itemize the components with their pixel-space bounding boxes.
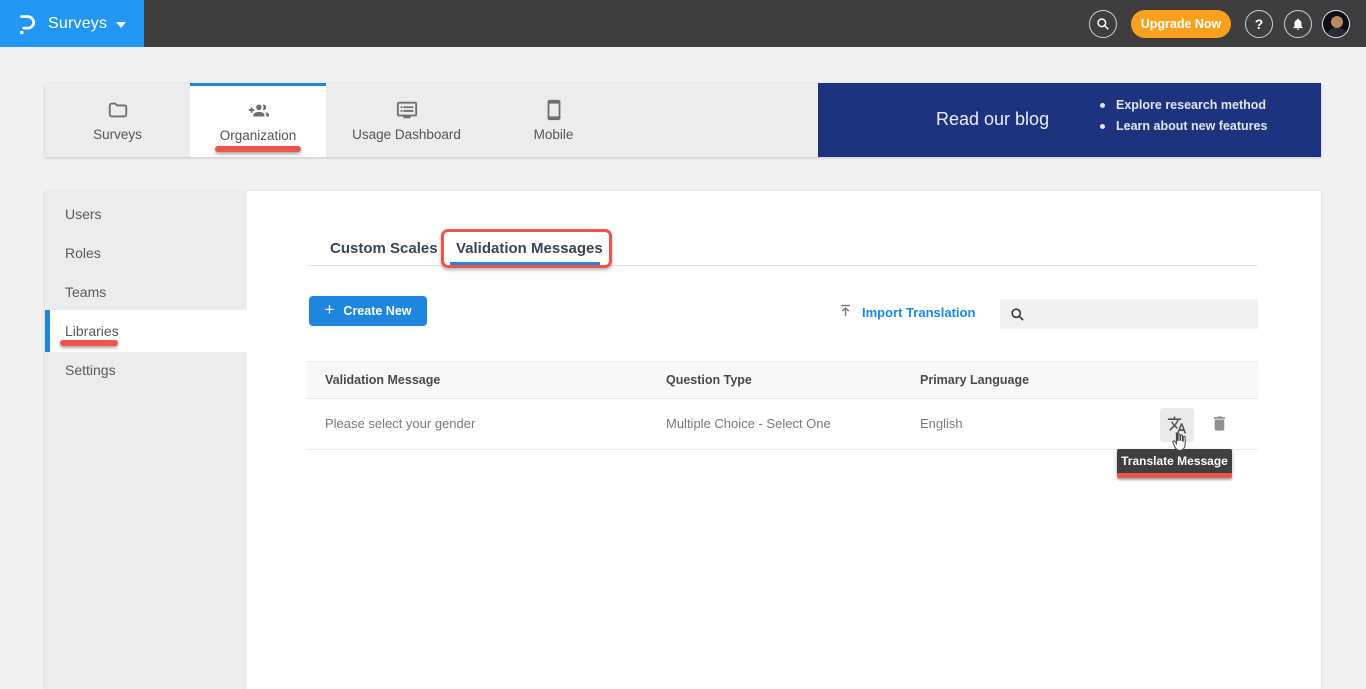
nav-tab-label: Usage Dashboard [352, 127, 461, 142]
upload-icon [838, 303, 853, 321]
blog-promo-panel[interactable]: Read our blog Explore research method Le… [818, 83, 1321, 157]
active-tab-indicator [450, 262, 600, 265]
questionpro-logo-icon [16, 11, 38, 37]
translate-message-tooltip: Translate Message [1117, 449, 1232, 473]
trash-icon [1210, 414, 1229, 433]
validation-message-link[interactable]: Please select your gender [325, 416, 475, 431]
help-button[interactable]: ? [1245, 10, 1273, 38]
sidebar-item-teams[interactable]: Teams [45, 272, 247, 311]
column-header-question-type: Question Type [666, 373, 752, 387]
nav-tab-mobile[interactable]: Mobile [487, 83, 620, 157]
user-avatar[interactable] [1322, 10, 1350, 38]
blog-bullet-item: Learn about new features [1100, 116, 1267, 137]
main-content-card: Users Roles Teams Libraries Settings Cus… [45, 191, 1321, 689]
sidebar-item-settings[interactable]: Settings [45, 350, 247, 389]
sidebar-item-label: Libraries [65, 323, 119, 339]
product-name: Surveys [48, 15, 107, 33]
dashboard-icon [396, 99, 418, 121]
column-header-primary-language: Primary Language [920, 373, 1029, 387]
search-input[interactable] [1033, 307, 1248, 322]
table-header-row: Validation Message Question Type Primary… [307, 361, 1258, 399]
product-switcher[interactable]: Surveys [0, 0, 144, 47]
nav-tab-label: Organization [220, 128, 297, 143]
top-bar: Surveys Upgrade Now ? [0, 0, 1366, 47]
table-search[interactable] [1000, 299, 1258, 329]
global-search-button[interactable] [1089, 10, 1117, 38]
translate-message-button[interactable] [1160, 408, 1194, 442]
nav-tab-surveys[interactable]: Surveys [45, 83, 190, 157]
search-icon [1096, 17, 1110, 31]
avatar-face [1331, 16, 1343, 28]
sidebar-item-label: Users [65, 206, 102, 222]
smartphone-icon [543, 99, 565, 121]
delete-message-button[interactable] [1208, 414, 1230, 436]
question-type-cell: Multiple Choice - Select One [666, 416, 831, 431]
nav-tab-label: Surveys [93, 127, 142, 142]
blog-bullet-list: Explore research method Learn about new … [1100, 95, 1267, 137]
translate-icon [1167, 415, 1187, 435]
bell-icon [1291, 17, 1305, 31]
annotation-underline-tooltip [1117, 473, 1232, 478]
annotation-underline-libraries [60, 340, 118, 346]
plus-icon: + [324, 300, 334, 320]
app-window: Surveys Upgrade Now ? [0, 0, 1366, 689]
blog-bullet-item: Explore research method [1100, 95, 1267, 116]
annotation-underline-organization [215, 146, 301, 152]
sidebar-item-label: Settings [65, 362, 116, 378]
nav-tab-label: Mobile [534, 127, 574, 142]
search-icon [1010, 307, 1025, 322]
sidebar-item-roles[interactable]: Roles [45, 233, 247, 272]
sidebar-item-label: Teams [65, 284, 106, 300]
workspace-nav: Surveys Organization Usage Dashboard [45, 83, 1321, 157]
sidebar-item-users[interactable]: Users [45, 194, 247, 233]
column-header-validation-message: Validation Message [325, 373, 440, 387]
settings-sidebar: Users Roles Teams Libraries Settings [45, 191, 247, 689]
primary-language-cell: English [920, 416, 963, 431]
blog-panel-title: Read our blog [936, 109, 1049, 130]
group-add-icon [246, 100, 270, 122]
sidebar-item-label: Roles [65, 245, 101, 261]
notifications-button[interactable] [1284, 10, 1312, 38]
question-mark-icon: ? [1255, 16, 1264, 32]
import-translation-button[interactable]: Import Translation [838, 303, 975, 321]
create-new-label: Create New [343, 304, 411, 318]
tab-validation-messages[interactable]: Validation Messages [456, 240, 603, 257]
create-new-button[interactable]: + Create New [309, 296, 427, 326]
table-row: Please select your gender Multiple Choic… [307, 399, 1258, 450]
chevron-down-icon [116, 22, 126, 28]
nav-tab-usage-dashboard[interactable]: Usage Dashboard [326, 83, 487, 157]
tabs-divider [307, 265, 1258, 266]
import-translation-label: Import Translation [862, 305, 975, 320]
avatar-shoulders [1327, 28, 1347, 38]
folder-icon [107, 99, 129, 121]
tab-custom-scales[interactable]: Custom Scales [330, 240, 438, 257]
upgrade-now-button[interactable]: Upgrade Now [1131, 10, 1231, 38]
